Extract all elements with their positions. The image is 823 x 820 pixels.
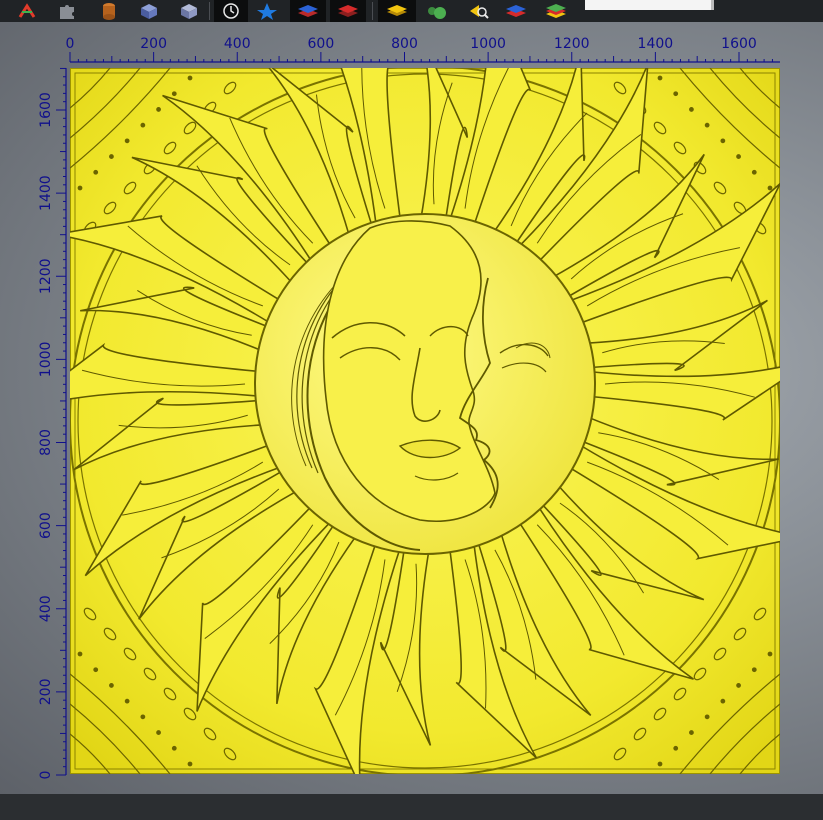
y-tick-label: 1400 xyxy=(38,175,54,211)
y-tick-label: 0 xyxy=(38,771,54,780)
status-bar xyxy=(0,794,823,820)
y-tick-label: 1000 xyxy=(38,342,54,378)
y-tick-label: 1200 xyxy=(38,258,54,294)
x-tick-label: 800 xyxy=(391,36,418,52)
y-tick-label: 400 xyxy=(38,595,54,622)
x-tick-label: 1200 xyxy=(554,36,590,52)
relief-model[interactable] xyxy=(70,68,780,774)
x-tick-label: 0 xyxy=(66,36,75,52)
y-tick-label: 600 xyxy=(38,512,54,539)
y-tick-label: 1600 xyxy=(38,92,54,128)
vertical-ruler: 0 200 400 600 800 1000 1200 1400 1600 xyxy=(38,67,67,780)
x-tick-label: 400 xyxy=(224,36,251,52)
x-tick-label: 200 xyxy=(140,36,167,52)
y-tick-label: 200 xyxy=(38,679,54,706)
y-tick-label: 800 xyxy=(38,429,54,456)
x-tick-label: 1400 xyxy=(638,36,674,52)
x-tick-label: 1600 xyxy=(721,36,757,52)
horizontal-ruler: 0 200 400 600 800 1000 1200 1400 1600 xyxy=(66,36,780,63)
x-tick-label: 600 xyxy=(308,36,335,52)
x-tick-label: 1000 xyxy=(470,36,506,52)
